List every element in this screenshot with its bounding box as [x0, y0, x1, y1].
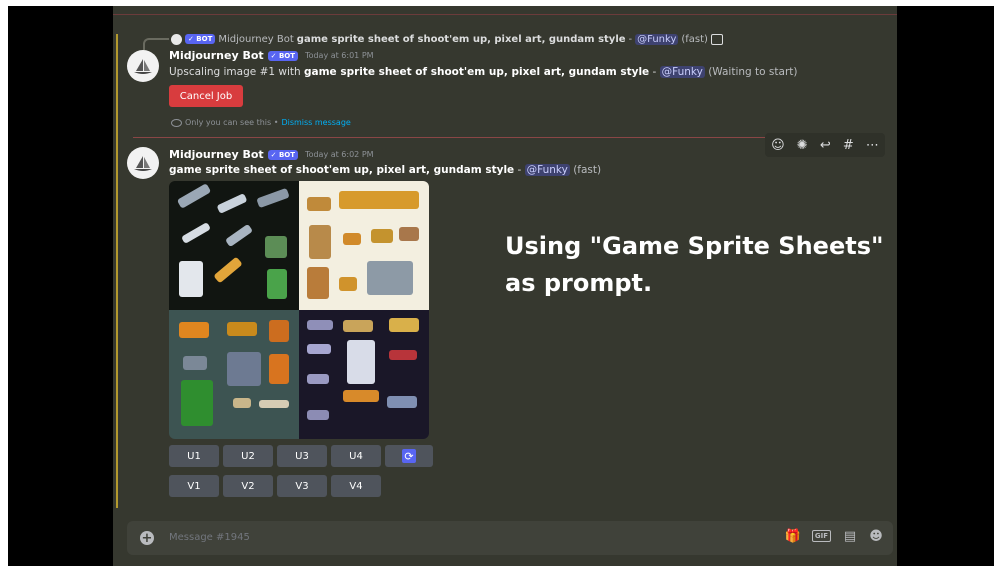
author-name[interactable]: Midjourney Bot — [169, 148, 264, 161]
speed-text: (fast) — [573, 164, 602, 176]
new-messages-divider — [133, 137, 773, 138]
grid-image-4[interactable] — [299, 310, 429, 439]
ephemeral-note: Only you can see this • Dismiss message — [171, 118, 351, 127]
refresh-icon: ⟳ — [402, 449, 416, 463]
boat-icon — [134, 59, 152, 74]
grid-image-3[interactable] — [169, 310, 299, 439]
message2-content: game sprite sheet of shoot'em up, pixel … — [169, 164, 601, 176]
reply-speed: (fast) — [681, 33, 708, 45]
caption-line-2: as prompt. — [505, 269, 653, 297]
bot-tag: ✓ BOT — [267, 149, 299, 160]
top-divider — [113, 14, 897, 15]
only-you-text: Only you can see this • — [185, 118, 279, 127]
reply-author: Midjourney Bot — [218, 33, 294, 45]
grid-image-1[interactable] — [169, 181, 299, 310]
more-icon[interactable]: ⋯ — [866, 138, 879, 153]
emoji-icon[interactable]: ☻ — [869, 529, 883, 544]
image-grid[interactable] — [169, 181, 429, 439]
caption-line-1: Using "Game Sprite Sheets" — [505, 232, 884, 260]
user-mention[interactable]: @Funky — [659, 66, 705, 78]
author-name[interactable]: Midjourney Bot — [169, 49, 264, 62]
message-actions-bar: ☺ ✺ ↩ # ⋯ — [765, 133, 885, 157]
sticker-icon[interactable]: ▤ — [843, 529, 857, 544]
message-input[interactable]: Message #1945 — [169, 532, 250, 543]
add-reaction-icon[interactable]: ☺ — [771, 138, 785, 153]
message-composer[interactable]: + Message #1945 🎁 GIF ▤ ☻ — [127, 521, 893, 555]
composer-icons: 🎁 GIF ▤ ☻ — [785, 529, 883, 544]
message1-content: Upscaling image #1 with game sprite shee… — [169, 66, 797, 78]
cancel-job-button[interactable]: Cancel Job — [169, 85, 243, 107]
upscale-prefix: Upscaling image #1 with — [169, 66, 304, 78]
eye-icon — [171, 118, 182, 127]
message2-prompt: game sprite sheet of shoot'em up, pixel … — [169, 164, 515, 176]
boat-icon — [134, 156, 152, 171]
dismiss-message-link[interactable]: Dismiss message — [281, 118, 350, 127]
discord-channel: ✓ BOT Midjourney Bot game sprite sheet o… — [113, 6, 897, 566]
reply-separator: - — [628, 33, 633, 45]
gif-icon[interactable]: GIF — [811, 530, 831, 542]
v2-button[interactable]: V2 — [223, 475, 273, 497]
reply-prompt: game sprite sheet of shoot'em up, pixel … — [296, 33, 626, 45]
u4-button[interactable]: U4 — [331, 445, 381, 467]
message1-prompt: game sprite sheet of shoot'em up, pixel … — [304, 66, 650, 78]
reply-reference[interactable]: ✓ BOT Midjourney Bot game sprite sheet o… — [171, 32, 723, 46]
separator: - — [514, 164, 525, 176]
image-icon — [710, 33, 723, 45]
reply-mention[interactable]: @Funky — [635, 33, 679, 45]
separator: - — [649, 66, 660, 78]
v3-button[interactable]: V3 — [277, 475, 327, 497]
message2-header: Midjourney Bot ✓ BOT Today at 6:02 PM — [169, 148, 374, 161]
bot-tag: ✓ BOT — [185, 34, 216, 44]
highlight-bar — [116, 34, 118, 508]
status-text: (Waiting to start) — [708, 66, 798, 78]
variation-button-row: V1 V2 V3 V4 — [169, 475, 381, 497]
timestamp: Today at 6:01 PM — [305, 51, 374, 60]
user-mention[interactable]: @Funky — [524, 164, 570, 176]
gift-icon[interactable]: 🎁 — [785, 529, 801, 544]
avatar[interactable] — [127, 147, 159, 179]
v1-button[interactable]: V1 — [169, 475, 219, 497]
avatar[interactable] — [127, 50, 159, 82]
message1-header: Midjourney Bot ✓ BOT Today at 6:01 PM — [169, 49, 374, 62]
u1-button[interactable]: U1 — [169, 445, 219, 467]
reroll-button[interactable]: ⟳ — [385, 445, 433, 467]
video-caption: Using "Game Sprite Sheets" as prompt. — [505, 228, 883, 302]
u2-button[interactable]: U2 — [223, 445, 273, 467]
timestamp: Today at 6:02 PM — [305, 150, 374, 159]
thread-icon[interactable]: # — [843, 138, 854, 153]
u3-button[interactable]: U3 — [277, 445, 327, 467]
reply-icon[interactable]: ↩ — [820, 138, 831, 153]
reply-avatar — [171, 33, 182, 45]
grid-image-2[interactable] — [299, 181, 429, 310]
reply-connector — [143, 38, 169, 50]
upscale-button-row: U1 U2 U3 U4 ⟳ — [169, 445, 433, 467]
v4-button[interactable]: V4 — [331, 475, 381, 497]
bot-tag: ✓ BOT — [267, 50, 299, 61]
super-reaction-icon[interactable]: ✺ — [797, 138, 808, 153]
add-attachment-icon[interactable]: + — [140, 531, 154, 545]
